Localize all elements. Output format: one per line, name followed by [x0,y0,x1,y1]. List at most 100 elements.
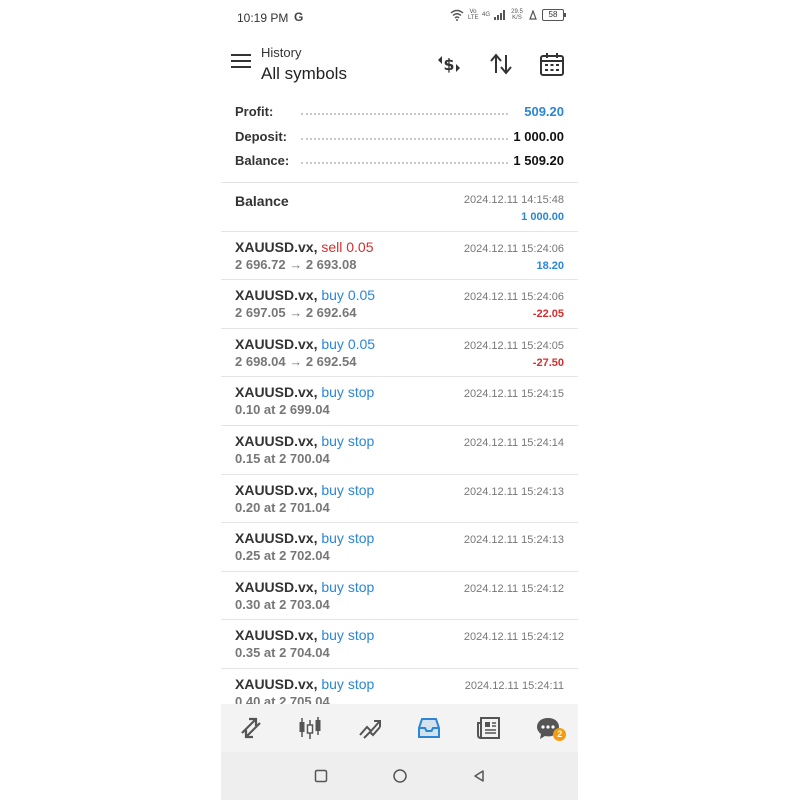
order-volume-price: 0.15 at 2 700.04 [235,450,330,466]
history-list[interactable]: Balance 2024.12.11 14:15:48 1 000.00 XAU… [221,182,578,704]
summary-deposit: Deposit: 1 000.00 [221,125,578,150]
volte-label: Vo LTE [467,9,479,21]
signal-icon [494,10,505,20]
order-symbol: XAUUSD.vx, [235,627,318,644]
order-volume-price: 0.25 at 2 702.04 [235,548,330,564]
order-date: 2024.12.11 15:24:13 [463,534,564,547]
order-date: 2024.12.11 15:24:12 [463,582,564,595]
system-navigation [221,752,578,800]
deal-date: 2024.12.11 15:24:06 [463,242,564,255]
order-action: buy stop [321,384,375,401]
deal-action: buy 0.05 [321,335,376,352]
list-item[interactable]: XAUUSD.vx, buy stop 0.35 at 2 704.04 202… [221,619,578,668]
toolbar-title[interactable]: All symbols [261,64,347,84]
list-item[interactable]: XAUUSD.vx, sell 0.05 2 696.72 → 2 693.08… [221,230,578,280]
list-item[interactable]: XAUUSD.vx, buy stop 0.20 at 2 701.04 202… [221,473,578,523]
trade-icon[interactable] [350,708,390,748]
status-icons: Vo LTE 4G 29.5 K/S 58 [450,9,566,21]
deal-profit: -22.05 [532,308,564,321]
list-item-balance[interactable]: Balance 2024.12.11 14:15:48 1 000.00 [221,182,578,231]
status-time: 10:19 PM [237,11,289,25]
svg-text:$: $ [443,55,454,74]
deal-action: sell 0.05 [321,238,374,255]
summary-profit: Profit: 509.20 [221,100,578,125]
balance-row-date: 2024.12.11 14:15:48 [463,194,564,206]
order-date: 2024.12.11 15:24:11 [464,679,564,692]
order-volume-price: 0.40 at 2 705.04 [235,693,330,704]
deal-date: 2024.12.11 15:24:05 [463,339,564,352]
list-item[interactable]: XAUUSD.vx, buy stop 0.30 at 2 703.04 202… [221,570,578,620]
order-action: buy stop [321,432,375,449]
order-volume-price: 0.30 at 2 703.04 [235,596,330,612]
deal-symbol: XAUUSD.vx, [235,287,318,304]
alarm-icon [529,10,537,20]
list-item[interactable]: XAUUSD.vx, buy 0.05 2 697.05 → 2 692.64 … [221,279,578,328]
profit-value: 509.20 [520,104,564,119]
list-item[interactable]: XAUUSD.vx, buy stop 0.10 at 2 699.04 202… [221,376,578,425]
google-icon: G [294,10,304,24]
network-label: 4G [481,12,490,18]
square-icon[interactable] [306,761,336,791]
list-item[interactable]: XAUUSD.vx, buy stop 0.40 at 2 705.04 202… [221,667,578,704]
order-action: buy stop [321,481,375,498]
history-inbox-icon[interactable] [409,708,449,748]
profit-label: Profit: [235,104,278,119]
speed-label: 29.5 K/S [511,9,523,21]
deal-action: buy 0.05 [321,287,376,304]
deal-profit: -27.50 [532,356,564,369]
sort-icon[interactable] [487,50,515,78]
menu-icon[interactable] [231,54,251,70]
deal-price: 2 696.72 → 2 693.08 [235,256,357,272]
quotes-icon[interactable] [231,708,271,748]
summary-balance: Balance: 1 509.20 [221,149,578,174]
order-volume-price: 0.35 at 2 704.04 [235,645,330,661]
deal-profit: 18.20 [536,259,564,272]
toolbar-subtitle: History [261,45,302,60]
balance-label: Balance: [235,153,294,168]
order-date: 2024.12.11 15:24:13 [463,485,564,498]
order-volume-price: 0.10 at 2 699.04 [235,402,330,418]
order-date: 2024.12.11 15:24:15 [463,388,564,401]
order-symbol: XAUUSD.vx, [235,530,318,547]
chat-badge: 2 [553,728,567,741]
order-action: buy stop [321,675,375,692]
back-triangle-icon[interactable] [464,761,494,791]
deposit-value: 1 000.00 [509,128,564,144]
battery-icon: 58 [542,9,566,21]
balance-row-amount: 1 000.00 [521,211,564,223]
chat-icon[interactable]: 2 [528,708,568,748]
bottom-navigation: 2 [221,704,578,752]
dollar-exchange-icon[interactable]: $ [435,50,463,78]
chart-candles-icon[interactable] [290,708,330,748]
order-action: buy stop [321,578,375,595]
order-symbol: XAUUSD.vx, [235,578,318,595]
deal-symbol: XAUUSD.vx, [235,335,318,352]
toolbar: History All symbols $ [221,36,578,94]
order-symbol: XAUUSD.vx, [235,675,318,692]
status-bar: 10:19 PM G Vo LTE 4G 29.5 K/S 58 [221,0,578,36]
deal-symbol: XAUUSD.vx, [235,238,318,255]
order-symbol: XAUUSD.vx, [235,481,318,498]
order-symbol: XAUUSD.vx, [235,432,318,449]
phone-screen: 10:19 PM G Vo LTE 4G 29.5 K/S 58 History [221,0,578,800]
deposit-label: Deposit: [235,128,291,144]
balance-value: 1 509.20 [509,153,564,168]
order-date: 2024.12.11 15:24:12 [463,631,564,644]
list-item[interactable]: XAUUSD.vx, buy 0.05 2 698.04 → 2 692.54 … [221,327,578,377]
deal-price: 2 698.04 → 2 692.54 [235,353,357,369]
deal-price: 2 697.05 → 2 692.64 [235,305,357,321]
deal-date: 2024.12.11 15:24:06 [463,291,564,304]
circle-icon[interactable] [385,761,415,791]
calendar-icon[interactable] [538,50,566,78]
list-item[interactable]: XAUUSD.vx, buy stop 0.15 at 2 700.04 202… [221,424,578,474]
order-action: buy stop [321,530,375,547]
summary-panel: Profit: 509.20 Deposit: 1 000.00 Balance… [221,100,578,182]
order-date: 2024.12.11 15:24:14 [463,436,564,449]
order-action: buy stop [321,627,375,644]
balance-row-label: Balance [235,193,289,209]
news-icon[interactable] [469,708,509,748]
wifi-icon [450,9,464,21]
order-symbol: XAUUSD.vx, [235,384,318,401]
list-item[interactable]: XAUUSD.vx, buy stop 0.25 at 2 702.04 202… [221,522,578,571]
order-volume-price: 0.20 at 2 701.04 [235,499,330,515]
